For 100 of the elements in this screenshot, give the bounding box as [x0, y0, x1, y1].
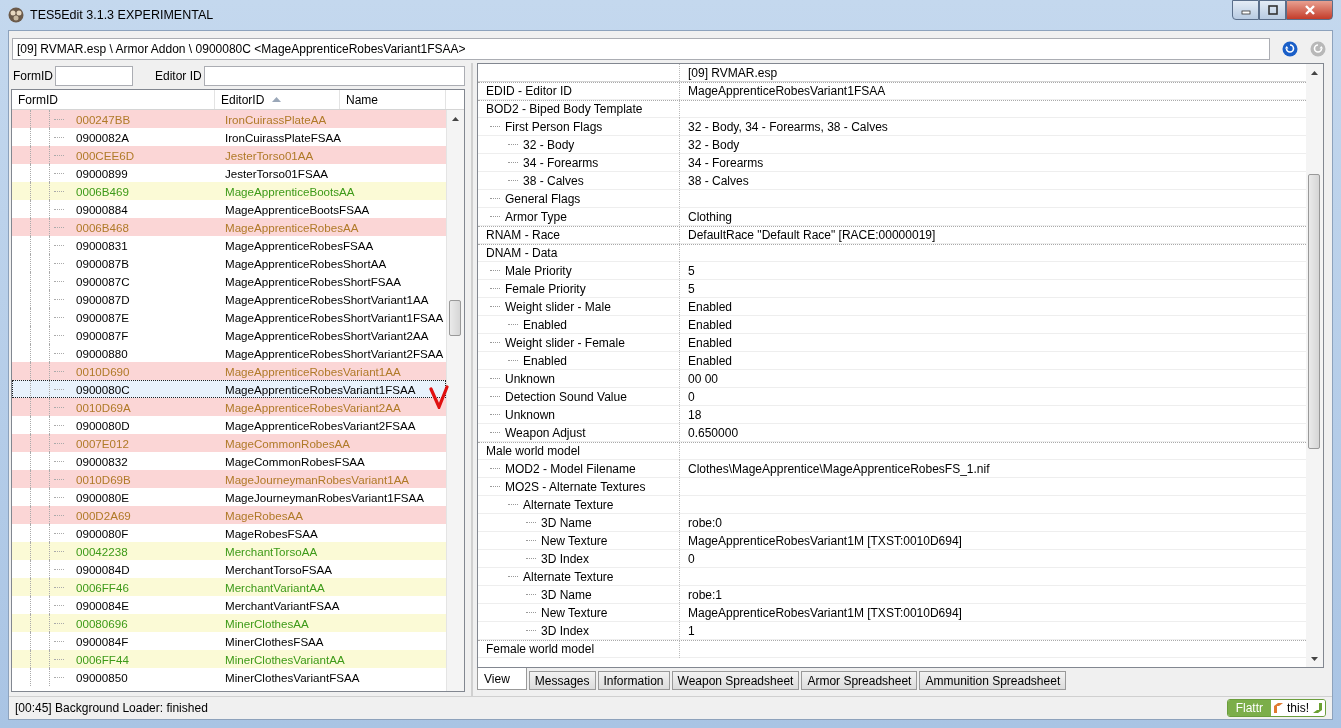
field-label: 3D Index — [541, 623, 590, 638]
record-row[interactable]: 00042238 MerchantTorsoAA — [12, 542, 446, 560]
filter-label: FormID — [12, 69, 53, 83]
field-label: Unknown — [505, 407, 556, 422]
tab[interactable]: Messages — [528, 671, 596, 690]
field-value: 00 00 — [688, 371, 719, 386]
table-cell-text: 0900082A — [75, 130, 130, 144]
field-label: First Person Flags — [505, 119, 603, 134]
back-icon[interactable] — [1282, 41, 1298, 57]
scroll-up-icon[interactable] — [1311, 71, 1318, 75]
table-cell-text: MageApprenticeRobesVariant2AA — [224, 400, 401, 414]
table-cell-text: MageApprenticeRobesShortVariant1AA — [224, 292, 429, 306]
scrollbar[interactable] — [446, 110, 464, 691]
field-value: 1 — [688, 623, 695, 638]
field-value: robe:1 — [688, 587, 723, 602]
table-cell-text: 0006FF44 — [75, 652, 130, 666]
table-cell-text: 0006FF46 — [75, 580, 130, 594]
field-label: Unknown — [505, 371, 556, 386]
field-label: New Texture — [541, 533, 608, 548]
tab[interactable]: Ammunition Spreadsheet — [919, 671, 1067, 690]
table-cell-text: JesterTorso01FSAA — [224, 166, 329, 180]
scroll-up-icon[interactable] — [452, 117, 459, 121]
table-cell-text: 000CEE6D — [75, 148, 135, 162]
field-label: Enabled — [523, 317, 568, 332]
table-cell-text: MinerClothesVariantFSAA — [224, 670, 360, 684]
flattr-corner-icon — [1273, 703, 1283, 713]
field-value: robe:0 — [688, 515, 723, 530]
minimize-button[interactable] — [1232, 0, 1259, 20]
table-cell-text: 0010D690 — [75, 364, 131, 378]
table-cell-text: MageApprenticeRobesShortFSAA — [224, 274, 401, 288]
field-label: 32 - Body — [523, 137, 575, 152]
field-value: Enabled — [688, 299, 733, 314]
table-cell-text: 09000831 — [75, 238, 129, 252]
table-cell-text: MerchantVariantFSAA — [224, 598, 340, 612]
field-label: 3D Name — [541, 587, 592, 602]
filter-label: Editor ID — [154, 69, 202, 83]
filter-field[interactable] — [55, 66, 133, 86]
field-value: Clothes\MageApprentice\MageApprenticeRobesFS_1.nif — [688, 461, 990, 476]
path-field[interactable]: [09] RVMAR.esp \ Armor Addon \ 0900080C <MageApprenticeRobesVariant1FSAA> — [12, 38, 1270, 60]
table-cell-text: 000D2A69 — [75, 508, 132, 522]
table-cell-text: MageApprenticeRobesVariant1AA — [224, 364, 401, 378]
table-cell-text: MageApprenticeRobesVariant1FSAA — [224, 382, 416, 396]
table-cell-text: IronCuirassPlateFSAA — [224, 130, 341, 144]
field-label: DNAM - Data — [486, 246, 558, 260]
table-cell-text: 0006B469 — [75, 184, 130, 198]
tab[interactable]: Information — [597, 671, 670, 690]
table-cell-text: 0900087D — [75, 292, 131, 306]
flattr-corner-icon — [1313, 703, 1323, 713]
column-header[interactable]: EditorID — [215, 90, 340, 109]
table-cell-text: MageApprenticeRobesFSAA — [224, 238, 374, 252]
scrollbar-thumb[interactable] — [449, 300, 461, 336]
field-value: Clothing — [688, 209, 733, 224]
field-value: 34 - Forearms — [688, 155, 764, 170]
scroll-down-icon[interactable] — [1311, 657, 1318, 661]
field-label: EDID - Editor ID — [486, 84, 572, 98]
tab[interactable]: Weapon Spreadsheet — [671, 671, 800, 690]
close-icon — [1304, 5, 1315, 15]
record-row[interactable]: 0006B469 MageApprenticeBootsAA — [12, 182, 446, 200]
table-cell-text: 0007E012 — [75, 436, 130, 450]
table-cell-text: MageJourneymanRobesVariant1FSAA — [224, 490, 424, 504]
field-label: Male Priority — [505, 263, 572, 278]
table-cell-text: 0900087F — [75, 328, 130, 342]
filter-field[interactable] — [203, 66, 465, 86]
app-icon — [8, 7, 24, 23]
tab[interactable]: Armor Spreadsheet — [801, 671, 918, 690]
flattr-button[interactable]: Flattr this! — [1226, 699, 1326, 717]
record-row[interactable]: 0006FF46 MerchantVariantAA — [12, 578, 446, 596]
table-cell-text: MageCommonRobesFSAA — [224, 454, 365, 468]
column-header[interactable]: FormID — [12, 90, 215, 109]
record-row[interactable]: 00080696 MinerClothesAA — [12, 614, 446, 632]
table-cell-text: MerchantTorsoFSAA — [224, 562, 332, 576]
table-cell-text: JesterTorso01AA — [224, 148, 314, 162]
table-cell-text: 0006B468 — [75, 220, 130, 234]
column-header[interactable]: Name — [340, 90, 446, 109]
table-cell-text: MinerClothesAA — [224, 616, 309, 630]
tab[interactable]: View — [477, 668, 527, 690]
scrollbar[interactable] — [1306, 64, 1323, 667]
field-label: 34 - Forearms — [523, 155, 599, 170]
table-cell-text: 0900080E — [75, 490, 130, 504]
field-value: MageApprenticeRobesVariant1M [TXST:0010D694] — [688, 605, 962, 620]
annotation-mark-icon — [429, 385, 449, 409]
table-cell-text: 0010D69A — [75, 400, 132, 414]
table-cell-text: 00080696 — [75, 616, 129, 630]
field-label: MOD2 - Model Filename — [505, 461, 636, 476]
field-value: Enabled — [688, 335, 733, 350]
table-cell-text: 0900084F — [75, 634, 130, 648]
table-cell-text: MinerClothesVariantAA — [224, 652, 345, 666]
table-cell-text: MageApprenticeRobesShortVariant2FSAA — [224, 346, 444, 360]
close-button[interactable] — [1286, 0, 1333, 20]
column-header: [09] RVMAR.esp — [687, 65, 778, 80]
record-row[interactable]: 0006FF44 MinerClothesVariantAA — [12, 650, 446, 668]
field-label: General Flags — [505, 191, 581, 206]
table-cell-text: 09000880 — [75, 346, 129, 360]
field-label: Male world model — [486, 444, 581, 458]
table-cell-text: MageApprenticeRobesShortVariant2AA — [224, 328, 429, 342]
record-row[interactable]: 0900080C MageApprenticeRobesVariant1FSAA — [12, 380, 446, 398]
field-label: Alternate Texture — [523, 497, 614, 512]
field-label: Female world model — [486, 642, 595, 656]
scrollbar-thumb[interactable] — [1308, 174, 1320, 449]
maximize-button[interactable] — [1259, 0, 1286, 20]
